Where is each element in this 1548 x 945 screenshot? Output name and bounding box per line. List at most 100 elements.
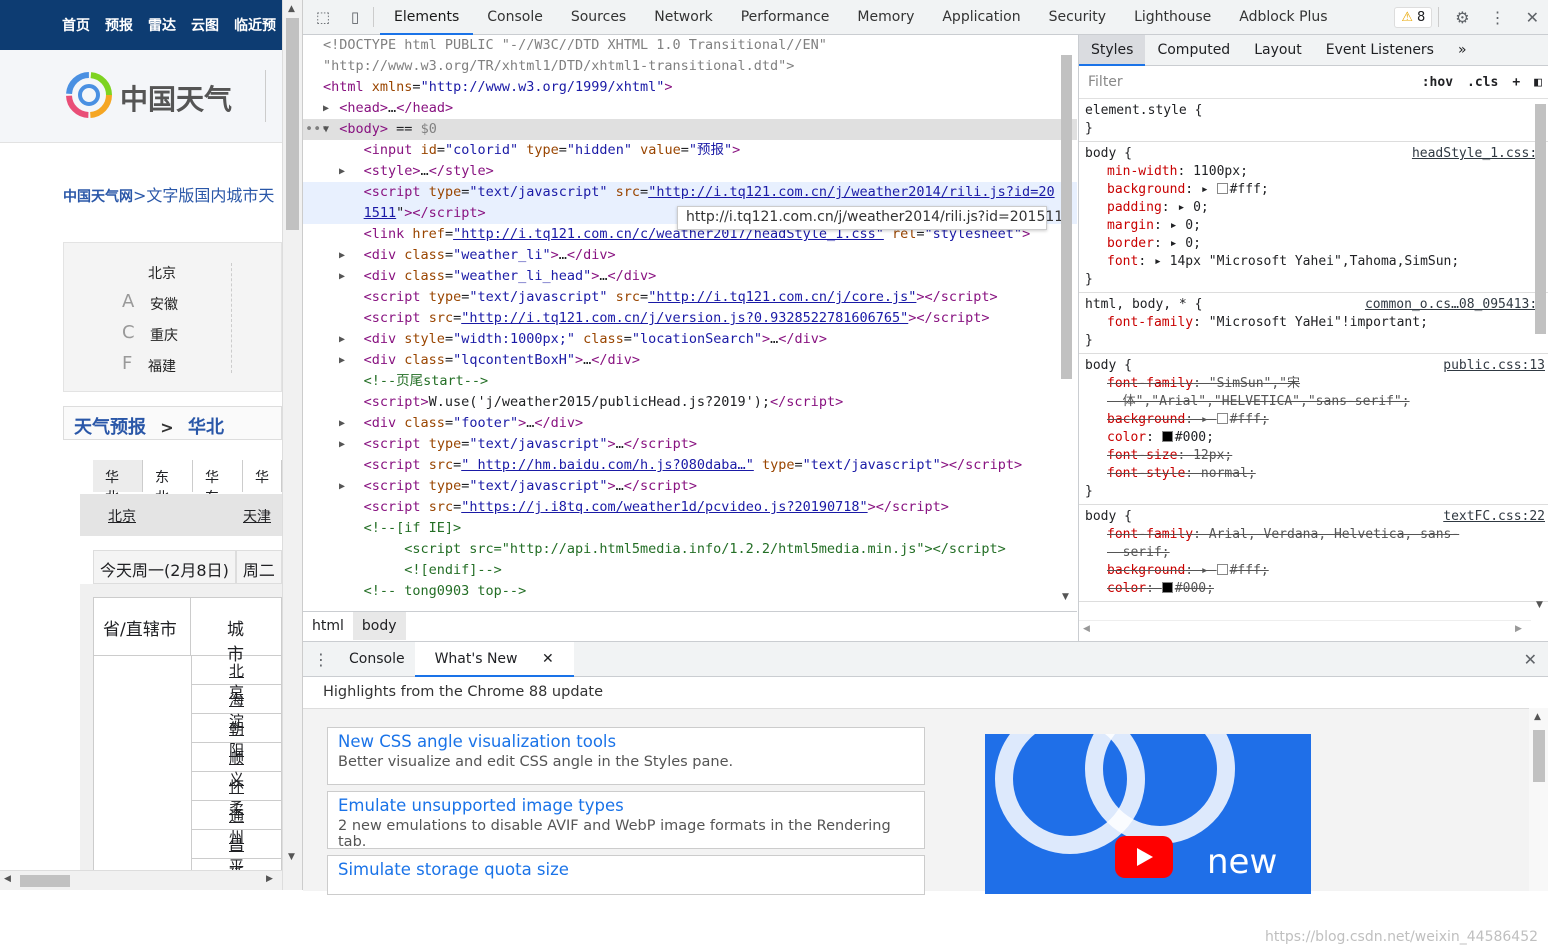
styles-filter-input[interactable]: Filter: [1079, 74, 1415, 90]
scroll-thumb[interactable]: [286, 18, 299, 230]
tab-console[interactable]: Console: [473, 0, 557, 35]
table-city-link[interactable]: 北京: [192, 656, 282, 701]
dom-node[interactable]: <script src="http://i.tq121.com.cn/j/ver…: [303, 308, 1077, 329]
scroll-down-icon[interactable]: ▼: [1062, 592, 1069, 602]
table-city-link[interactable]: 海淀: [192, 685, 282, 730]
feature-card[interactable]: New CSS angle visualization tools Better…: [327, 727, 925, 785]
dom-node[interactable]: <script src="http://api.html5media.info/…: [303, 539, 1077, 560]
table-city-link[interactable]: 朝阳: [192, 714, 282, 759]
region-tab[interactable]: 华: [243, 460, 282, 492]
style-rule[interactable]: body {textFC.css:22 font-family: Arial, …: [1079, 505, 1548, 602]
style-rule[interactable]: html, body, * {common_o.cs…08_095413:1 f…: [1079, 293, 1548, 354]
styles-scrollbar[interactable]: ▼: [1531, 100, 1548, 641]
scroll-thumb[interactable]: [1535, 104, 1546, 334]
dom-node[interactable]: ▶ <div class="weather_li">…</div>: [303, 245, 1077, 266]
city-link[interactable]: 天津: [243, 506, 271, 526]
table-city-link[interactable]: 怀柔: [192, 772, 282, 817]
dom-node[interactable]: ▶ <div style="width:1000px;" class="loca…: [303, 329, 1077, 350]
stylesheet-link[interactable]: common_o.cs…08_095413:1: [1365, 296, 1545, 314]
nav-item[interactable]: 首页: [62, 15, 90, 35]
scroll-right-icon[interactable]: ▶: [1515, 624, 1522, 634]
stylesheet-link[interactable]: public.css:13: [1443, 357, 1545, 375]
elements-scrollbar[interactable]: ▼: [1057, 40, 1077, 608]
scroll-up-icon[interactable]: ▲: [288, 4, 295, 14]
tab-event-listeners[interactable]: Event Listeners: [1314, 35, 1446, 66]
dom-node[interactable]: <html xmlns="http://www.w3.org/1999/xhtm…: [303, 77, 1077, 98]
collapse-triangle-icon[interactable]: ▼: [323, 119, 329, 140]
feature-title[interactable]: Emulate unsupported image types: [338, 796, 914, 815]
city-link[interactable]: 北京: [108, 506, 136, 526]
stylesheet-link[interactable]: textFC.css:22: [1443, 508, 1545, 526]
dom-node[interactable]: <!--页尾start-->: [303, 371, 1077, 392]
dom-node[interactable]: ▶ <script type="text/javascript">…</scri…: [303, 476, 1077, 497]
color-swatch[interactable]: [1216, 413, 1228, 424]
scroll-thumb[interactable]: [20, 875, 70, 887]
dom-node[interactable]: <!DOCTYPE html PUBLIC "-//W3C//DTD XHTML…: [303, 35, 1077, 56]
tab-computed[interactable]: Computed: [1145, 35, 1242, 66]
drawer-menu-icon[interactable]: ⋮: [303, 642, 339, 677]
color-swatch[interactable]: [1216, 183, 1228, 194]
expand-triangle-icon[interactable]: ▶: [339, 266, 345, 287]
expand-triangle-icon[interactable]: ▶: [339, 476, 345, 497]
nav-item[interactable]: 云图: [191, 15, 219, 35]
breadcrumb-html[interactable]: html: [303, 612, 353, 640]
region-tab[interactable]: 华东: [193, 460, 243, 506]
dom-node[interactable]: <script type="text/javascript" src="http…: [303, 182, 1077, 203]
province-item[interactable]: 福建: [148, 356, 176, 376]
drawer-tab-whats-new[interactable]: What's New ✕: [414, 641, 574, 677]
settings-gear-icon[interactable]: ⚙: [1445, 8, 1479, 27]
expand-triangle-icon[interactable]: ▶: [339, 350, 345, 371]
new-rule-icon[interactable]: +: [1505, 75, 1527, 90]
province-item[interactable]: 北京: [148, 263, 176, 283]
dom-node[interactable]: ▶ <div class="weather_li_head">…</div>: [303, 266, 1077, 287]
scroll-thumb[interactable]: [1533, 730, 1545, 782]
dom-node[interactable]: "http://www.w3.org/TR/xhtml1/DTD/xhtml1-…: [303, 56, 1077, 77]
scroll-down-icon[interactable]: ▼: [1536, 600, 1543, 610]
tab-adblock-plus[interactable]: Adblock Plus: [1225, 0, 1341, 35]
region-tab[interactable]: 东北: [143, 460, 193, 506]
page-vertical-scrollbar[interactable]: ▲ ▼: [282, 0, 302, 890]
nav-item[interactable]: 预报: [105, 15, 133, 35]
close-drawer-icon[interactable]: ✕: [1514, 642, 1548, 677]
dom-node[interactable]: <script src="https://j.i8tq.com/weather1…: [303, 497, 1077, 518]
page-horizontal-scrollbar[interactable]: ◀ ▶: [0, 870, 282, 890]
dom-node[interactable]: <!-- tong0903 top-->: [303, 581, 1077, 602]
dom-node[interactable]: ▶ <div class="lqcontentBoxH">…</div>: [303, 350, 1077, 371]
feature-title[interactable]: New CSS angle visualization tools: [338, 732, 914, 751]
dom-node-selected[interactable]: ••• ▼ <body> == $0: [303, 119, 1077, 140]
tab-performance[interactable]: Performance: [727, 0, 844, 35]
tab-application[interactable]: Application: [928, 0, 1034, 35]
tab-network[interactable]: Network: [640, 0, 726, 35]
logo-text[interactable]: 中国天气: [120, 78, 232, 118]
breadcrumb-home-link[interactable]: 中国天气网: [63, 189, 133, 205]
tab-layout[interactable]: Layout: [1242, 35, 1314, 66]
style-rule[interactable]: element.style {}: [1079, 99, 1548, 142]
close-devtools-icon[interactable]: ✕: [1516, 8, 1548, 27]
scroll-left-icon[interactable]: ◀: [4, 874, 11, 884]
video-thumbnail[interactable]: new: [985, 734, 1311, 894]
scroll-right-icon[interactable]: ▶: [266, 874, 273, 884]
hov-toggle[interactable]: :hov: [1415, 75, 1460, 90]
dom-node[interactable]: <script>W.use('j/weather2015/publicHead.…: [303, 392, 1077, 413]
province-item[interactable]: 安徽: [150, 294, 178, 314]
tab-styles[interactable]: Styles: [1079, 35, 1146, 66]
forecast-region[interactable]: 华北: [188, 417, 224, 438]
inspect-element-icon[interactable]: ⬚: [311, 8, 335, 26]
toggle-sidebar-icon[interactable]: ◧: [1527, 75, 1548, 90]
more-tabs-icon[interactable]: »: [1446, 35, 1479, 66]
dom-node[interactable]: ▶ <head>…</head>: [303, 98, 1077, 119]
cls-toggle[interactable]: .cls: [1460, 75, 1505, 90]
expand-triangle-icon[interactable]: ▶: [339, 329, 345, 350]
more-options-icon[interactable]: ⋮: [1480, 8, 1516, 27]
close-tab-icon[interactable]: ✕: [532, 651, 564, 667]
day-tab[interactable]: 周二: [235, 550, 282, 584]
warnings-badge[interactable]: ⚠ 8: [1394, 6, 1433, 28]
expand-triangle-icon[interactable]: ▶: [339, 434, 345, 455]
dom-node[interactable]: <!--[if IE]>: [303, 518, 1077, 539]
forecast-title[interactable]: 天气预报: [74, 417, 146, 438]
tab-security[interactable]: Security: [1035, 0, 1121, 35]
province-item[interactable]: 重庆: [150, 325, 178, 345]
styles-horizontal-scrollbar[interactable]: ◀ ▶: [1079, 620, 1531, 640]
expand-triangle-icon[interactable]: ▶: [339, 413, 345, 434]
dom-node[interactable]: ▶ <script type="text/javascript">…</scri…: [303, 434, 1077, 455]
